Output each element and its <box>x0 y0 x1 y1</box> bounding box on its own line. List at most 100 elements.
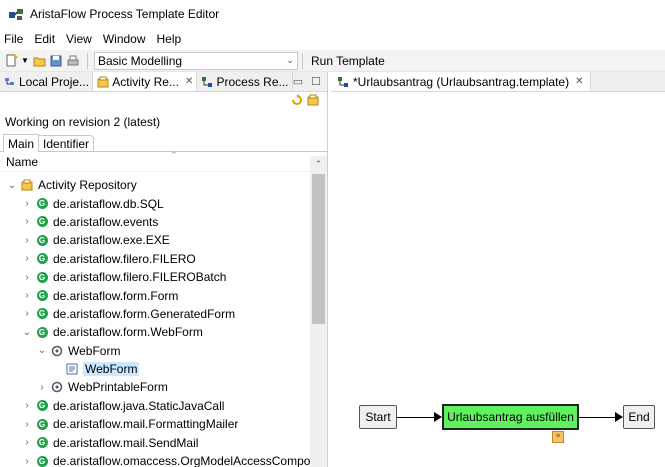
tree-item-label: de.aristaflow.omaccess.OrgModelAccessCom… <box>53 454 310 467</box>
process-icon <box>201 76 213 88</box>
sort-indicator-icon: ⌃ <box>170 150 178 160</box>
tree-item[interactable]: WebForm <box>0 360 310 378</box>
tree-scrollbar[interactable]: ⌃ <box>310 156 327 467</box>
component-icon <box>51 345 63 357</box>
open-folder-icon[interactable] <box>32 54 46 68</box>
repository-menu-icon[interactable] <box>307 94 319 109</box>
new-icon[interactable] <box>4 54 18 68</box>
package-icon: G <box>36 234 48 246</box>
start-node[interactable]: Start <box>359 405 397 429</box>
menu-edit[interactable]: Edit <box>34 32 55 46</box>
toolbar-separator <box>302 52 303 69</box>
left-view-pane: Local Proje... Activity Re... ✕ Process … <box>0 72 328 467</box>
tab-identifier[interactable]: Identifier <box>39 135 95 151</box>
tree-item[interactable]: ⌄ Activity Repository <box>0 176 310 194</box>
projects-icon <box>4 76 16 88</box>
tree-item[interactable]: › Gde.aristaflow.java.StaticJavaCall <box>0 397 310 415</box>
toolbar-separator <box>87 52 88 69</box>
tree-item-label: de.aristaflow.db.SQL <box>53 196 164 211</box>
run-template-button[interactable]: Run Template <box>311 54 385 68</box>
edge-start-activity <box>397 417 434 418</box>
tree-item[interactable]: › Gde.aristaflow.form.Form <box>0 286 310 304</box>
perspective-combo[interactable]: Basic Modelling ⌄ <box>94 51 298 70</box>
tree-item[interactable]: ⌄ WebForm <box>0 342 310 360</box>
tree-item[interactable]: › WebPrintableForm <box>0 378 310 396</box>
component-icon <box>51 381 63 393</box>
close-icon[interactable]: ✕ <box>575 76 583 87</box>
tree-column-header[interactable]: Name ⌃ <box>0 150 327 172</box>
tab-main[interactable]: Main <box>3 134 40 152</box>
form-icon <box>66 363 78 375</box>
activity-node[interactable]: Urlaubsantrag ausfüllen <box>442 404 579 430</box>
tree-item[interactable]: › Gde.aristaflow.db.SQL <box>0 194 310 212</box>
package-icon: G <box>36 326 48 338</box>
expanded-twisty-icon[interactable]: ⌄ <box>6 180 18 191</box>
window-titlebar: AristaFlow Process Template Editor <box>0 0 665 28</box>
tree-item-label: de.aristaflow.form.Form <box>53 288 179 303</box>
close-icon[interactable]: ✕ <box>185 76 193 87</box>
package-icon: G <box>36 253 48 265</box>
tree-item[interactable]: › Gde.aristaflow.omaccess.OrgModelAccessC… <box>0 452 310 467</box>
end-node[interactable]: End <box>623 405 655 429</box>
collapsed-twisty-icon[interactable]: › <box>21 253 33 264</box>
menu-file[interactable]: File <box>4 32 23 46</box>
activity-node-label: Urlaubsantrag ausfüllen <box>447 410 574 424</box>
repository-tree: ⌄ Activity Repository › Gde.aristaflow.db.S… <box>0 176 310 467</box>
tab-activity-repository[interactable]: Activity Re... ✕ <box>93 72 198 91</box>
expanded-twisty-icon[interactable]: ⌄ <box>36 345 48 356</box>
collapsed-twisty-icon[interactable]: › <box>21 290 33 301</box>
collapsed-twisty-icon[interactable]: › <box>21 198 33 209</box>
collapsed-twisty-icon[interactable]: › <box>21 235 33 246</box>
maximize-icon[interactable]: ☐ <box>311 75 321 88</box>
arrowhead-icon <box>434 412 442 422</box>
tree-item[interactable]: › Gde.aristaflow.mail.FormattingMailer <box>0 415 310 433</box>
package-icon: G <box>36 437 48 449</box>
tree-item-label: WebForm <box>83 362 140 377</box>
collapsed-twisty-icon[interactable]: › <box>21 308 33 319</box>
tab-process-repository[interactable]: Process Re... <box>197 72 293 91</box>
save-icon[interactable] <box>49 54 63 68</box>
menu-view[interactable]: View <box>66 32 92 46</box>
chevron-down-icon[interactable]: ⌄ <box>283 55 297 66</box>
scroll-up-icon[interactable]: ⌃ <box>310 156 327 172</box>
tree-item[interactable]: › Gde.aristaflow.mail.SendMail <box>0 433 310 451</box>
menu-help[interactable]: Help <box>157 32 182 46</box>
tree-item[interactable]: › Gde.aristaflow.filero.FILEROBatch <box>0 268 310 286</box>
tree-item[interactable]: › Gde.aristaflow.exe.EXE <box>0 231 310 249</box>
collapsed-twisty-icon[interactable]: › <box>36 382 48 393</box>
tree-item-label: Activity Repository <box>38 178 137 193</box>
editor-pane: *Urlaubsantrag (Urlaubsantrag.template) … <box>331 72 665 467</box>
tab-label: Process Re... <box>216 74 289 89</box>
repository-icon <box>97 76 109 88</box>
tab-label: Activity Re... <box>112 74 179 89</box>
tree-item-label: de.aristaflow.mail.SendMail <box>53 435 199 450</box>
package-icon: G <box>36 198 48 210</box>
tree-item-label: de.aristaflow.form.GeneratedForm <box>53 306 236 321</box>
tree-item-label: de.aristaflow.mail.FormattingMailer <box>53 417 239 432</box>
refresh-icon[interactable] <box>291 93 303 109</box>
tab-local-projects[interactable]: Local Proje... <box>0 72 94 91</box>
tree-item-label: de.aristaflow.exe.EXE <box>53 233 170 248</box>
editor-tab-label: *Urlaubsantrag (Urlaubsantrag.template) <box>353 74 570 89</box>
end-node-label: End <box>628 410 650 424</box>
tree-item[interactable]: › Gde.aristaflow.filero.FILERO <box>0 250 310 268</box>
collapsed-twisty-icon[interactable]: › <box>21 419 33 430</box>
menu-window[interactable]: Window <box>103 32 146 46</box>
collapsed-twisty-icon[interactable]: › <box>21 400 33 411</box>
expanded-twisty-icon[interactable]: ⌄ <box>21 327 33 338</box>
tab-urlaubsantrag[interactable]: *Urlaubsantrag (Urlaubsantrag.template) … <box>331 72 591 91</box>
collapsed-twisty-icon[interactable]: › <box>21 216 33 227</box>
new-dropdown-icon[interactable]: ▼ <box>21 54 29 68</box>
minimize-icon[interactable]: ▭ <box>293 75 303 88</box>
tree-item-label: de.aristaflow.filero.FILEROBatch <box>53 270 227 285</box>
tree-item[interactable]: ⌄ Gde.aristaflow.form.WebForm <box>0 323 310 341</box>
tree-item[interactable]: › Gde.aristaflow.form.GeneratedForm <box>0 305 310 323</box>
collapsed-twisty-icon[interactable]: › <box>21 437 33 448</box>
edge-activity-end <box>579 417 615 418</box>
collapsed-twisty-icon[interactable]: › <box>21 456 33 467</box>
print-icon[interactable] <box>66 54 80 68</box>
main-toolbar: ▼ Basic Modelling ⌄ Run Template <box>0 50 665 72</box>
tree-item[interactable]: › Gde.aristaflow.events <box>0 213 310 231</box>
scroll-thumb[interactable] <box>312 174 325 324</box>
collapsed-twisty-icon[interactable]: › <box>21 272 33 283</box>
